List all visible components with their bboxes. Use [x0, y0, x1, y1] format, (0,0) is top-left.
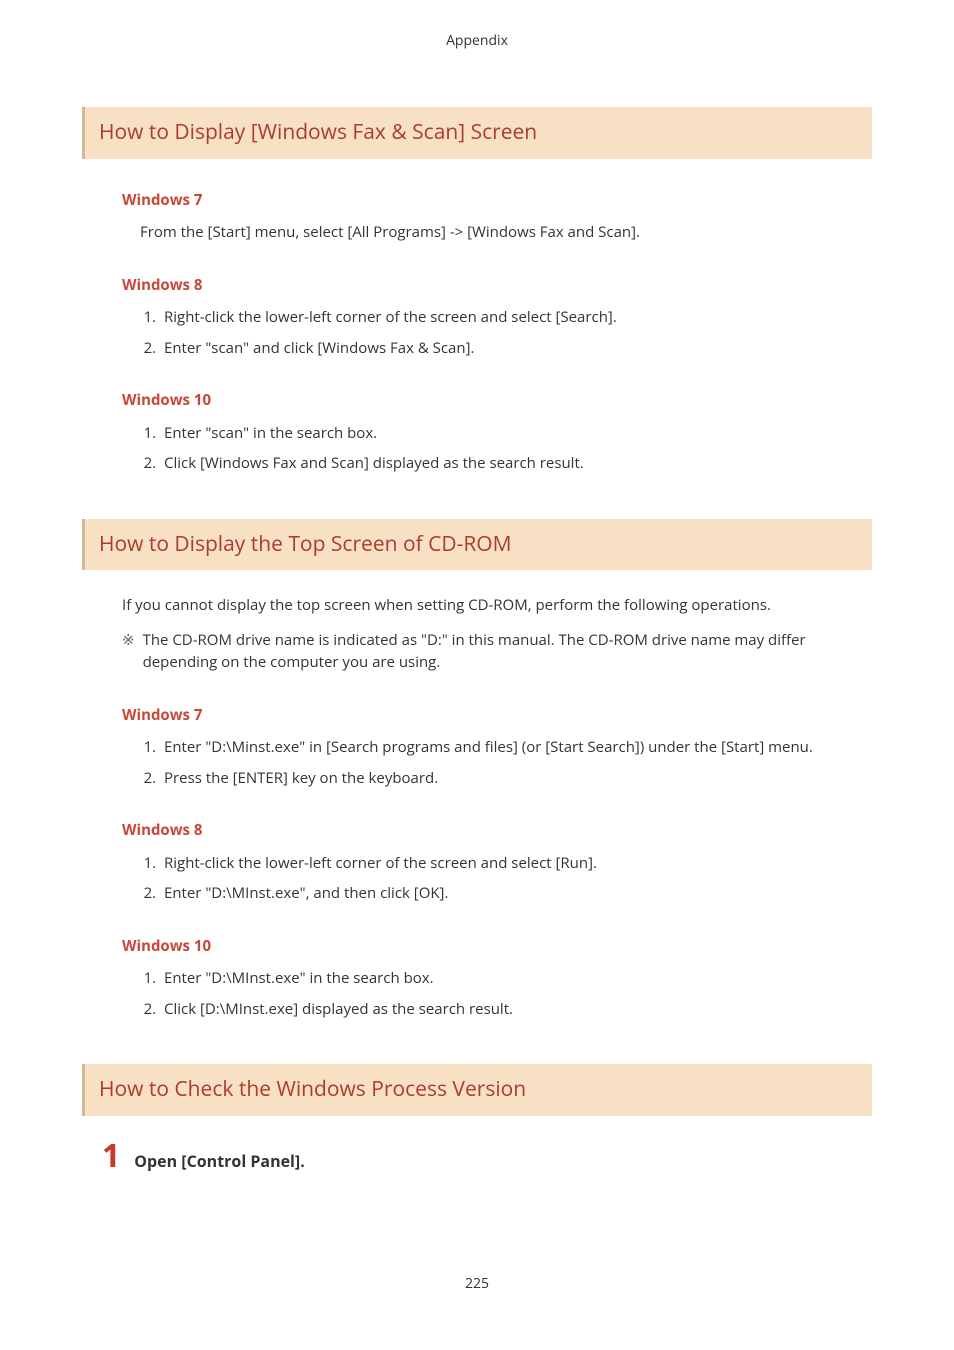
list-item: Press the [ENTER] key on the keyboard.	[160, 767, 872, 790]
intro-text: If you cannot display the top screen whe…	[82, 594, 872, 617]
list-item: Right-click the lower-left corner of the…	[160, 306, 872, 329]
list-item: Enter "D:\Minst.exe" in [Search programs…	[160, 736, 872, 759]
note-block: ※ The CD-ROM drive name is indicated as …	[82, 629, 872, 674]
section-title-cdrom: How to Display the Top Screen of CD-ROM	[82, 519, 872, 571]
list-item: Enter "D:\MInst.exe" in the search box.	[160, 967, 872, 990]
spacer	[82, 1028, 872, 1064]
subsection-win10: Windows 10	[82, 935, 872, 958]
step-list: Right-click the lower-left corner of the…	[82, 852, 872, 905]
section-title-fax-scan: How to Display [Windows Fax & Scan] Scre…	[82, 107, 872, 159]
step-number: 1	[102, 1140, 120, 1172]
reference-mark-icon: ※	[122, 629, 135, 674]
list-item: Enter "scan" and click [Windows Fax & Sc…	[160, 337, 872, 360]
step-list: Enter "scan" in the search box. Click [W…	[82, 422, 872, 475]
list-item: Enter "D:\MInst.exe", and then click [OK…	[160, 882, 872, 905]
step-list: Enter "D:\MInst.exe" in the search box. …	[82, 967, 872, 1020]
list-item: Click [Windows Fax and Scan] displayed a…	[160, 452, 872, 475]
section-title-process-version: How to Check the Windows Process Version	[82, 1064, 872, 1116]
subsection-win7: Windows 7	[82, 189, 872, 212]
subsection-win8: Windows 8	[82, 819, 872, 842]
subsection-win10: Windows 10	[82, 389, 872, 412]
step-list: Right-click the lower-left corner of the…	[82, 306, 872, 359]
step-list: Enter "D:\Minst.exe" in [Search programs…	[82, 736, 872, 789]
list-item: Enter "scan" in the search box.	[160, 422, 872, 445]
list-item: Right-click the lower-left corner of the…	[160, 852, 872, 875]
step-label: Open [Control Panel].	[134, 1149, 304, 1173]
body-text: From the [Start] menu, select [All Progr…	[82, 221, 872, 244]
subsection-win7: Windows 7	[82, 704, 872, 727]
list-item: Click [D:\MInst.exe] displayed as the se…	[160, 998, 872, 1021]
header-label: Appendix	[82, 30, 872, 51]
subsection-win8: Windows 8	[82, 274, 872, 297]
note-text: The CD-ROM drive name is indicated as "D…	[143, 629, 852, 674]
spacer	[82, 483, 872, 519]
page-container: Appendix How to Display [Windows Fax & S…	[0, 0, 954, 1334]
numbered-step: 1 Open [Control Panel].	[82, 1140, 872, 1173]
page-number: 225	[82, 1273, 872, 1294]
